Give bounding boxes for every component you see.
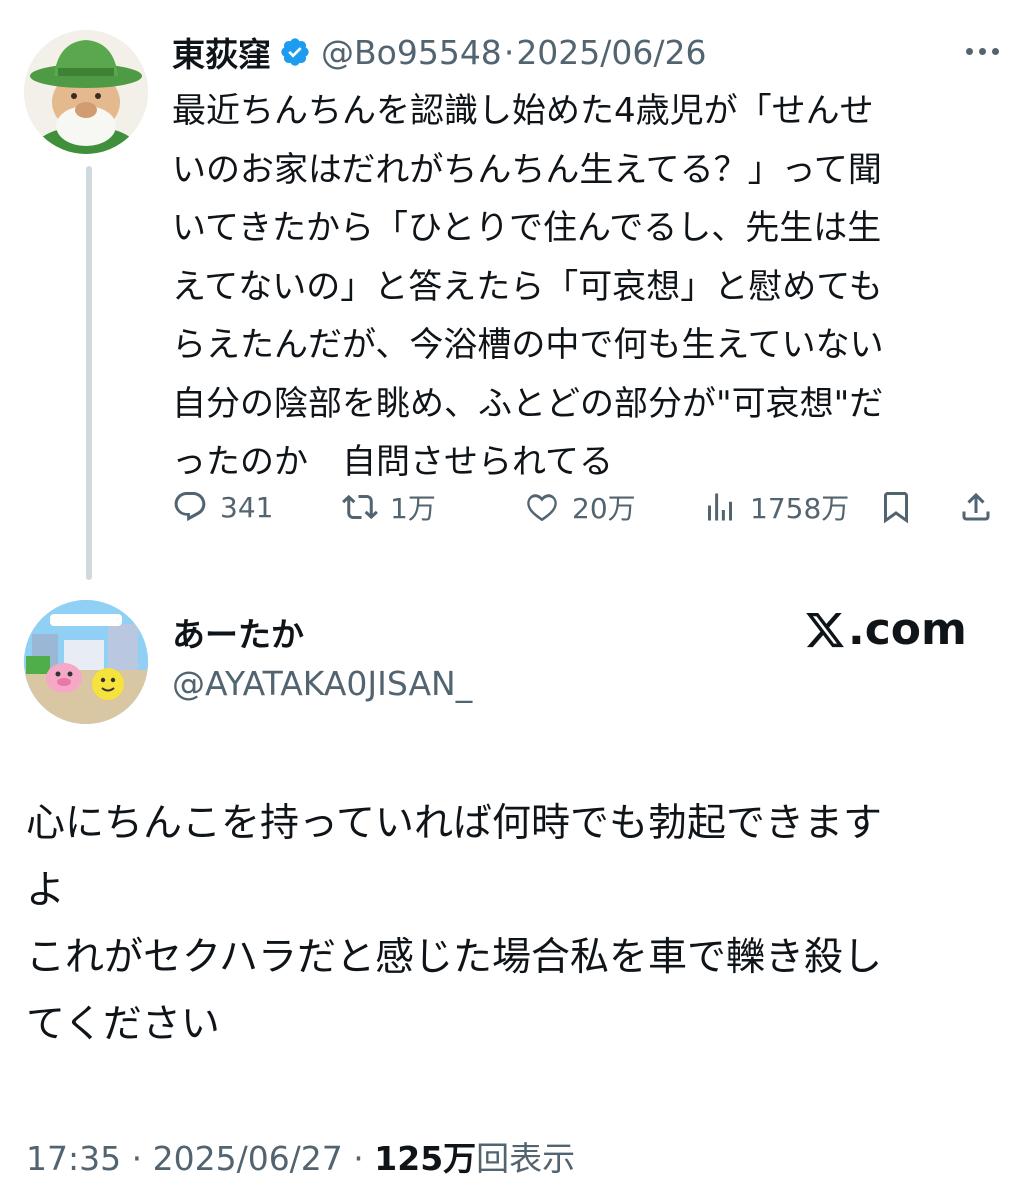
share-button[interactable] — [958, 482, 994, 532]
x-logo-icon — [806, 612, 844, 647]
parent-avatar[interactable] — [24, 30, 148, 154]
bookmark-icon — [884, 492, 908, 524]
bookmark-button[interactable] — [878, 482, 914, 532]
view-count: 125万 — [374, 1139, 477, 1178]
verified-badge-icon — [281, 38, 309, 66]
parent-header: 東荻窪 @Bo95548 · 2025/06/26 — [172, 28, 707, 76]
reply-button[interactable]: 341 — [172, 482, 273, 532]
post-date[interactable]: 2025/06/27 — [153, 1139, 343, 1178]
reply-author-name[interactable]: あーたか — [172, 608, 304, 656]
game-scene-avatar — [24, 600, 148, 724]
x-com-watermark: .com — [804, 604, 967, 655]
repost-button[interactable]: 1万 — [342, 482, 436, 532]
repost-count: 1万 — [390, 492, 436, 525]
more-dots-icon[interactable] — [960, 36, 1004, 66]
action-bar: 341 1万 20万 1758万 — [172, 482, 1012, 532]
header-separator: · — [503, 32, 515, 72]
parent-author-name[interactable]: 東荻窪 — [172, 28, 271, 76]
footer-separator: · — [121, 1139, 153, 1178]
parent-tweet-text: 最近ちんちんを認識し始めた4歳児が「せんせ いのお家はだれがちんちん生えてる？」… — [172, 91, 884, 482]
repost-icon — [342, 494, 378, 520]
like-button[interactable]: 20万 — [524, 482, 636, 532]
reply-count: 341 — [220, 490, 274, 524]
parent-handle[interactable]: @Bo95548 — [321, 33, 502, 72]
like-count: 20万 — [572, 492, 636, 525]
x-com-text: .com — [848, 604, 967, 655]
thread-line — [86, 166, 92, 580]
reply-avatar[interactable] — [24, 600, 148, 724]
views-button[interactable]: 1758万 — [702, 482, 849, 532]
parent-date[interactable]: 2025/06/26 — [516, 33, 706, 72]
view-label: 回表示 — [476, 1139, 576, 1178]
reply-icon — [174, 492, 206, 522]
post-timestamp-footer: 17:35 · 2025/06/27 · 125万回表示 — [26, 1132, 575, 1180]
heart-icon — [527, 494, 557, 522]
share-icon — [962, 492, 990, 521]
views-chart-icon — [708, 493, 732, 521]
footer-separator: · — [342, 1139, 375, 1178]
views-count: 1758万 — [750, 492, 850, 525]
reply-handle[interactable]: @AYATAKA0JISAN_ — [172, 664, 472, 703]
reply-tweet-text: 心にちんこを持っていれば何時でも勃起できます よ これがセクハラだと感じた場合私… — [26, 801, 883, 1047]
green-hat-gnome-avatar — [24, 30, 148, 154]
post-time[interactable]: 17:35 — [26, 1139, 121, 1178]
